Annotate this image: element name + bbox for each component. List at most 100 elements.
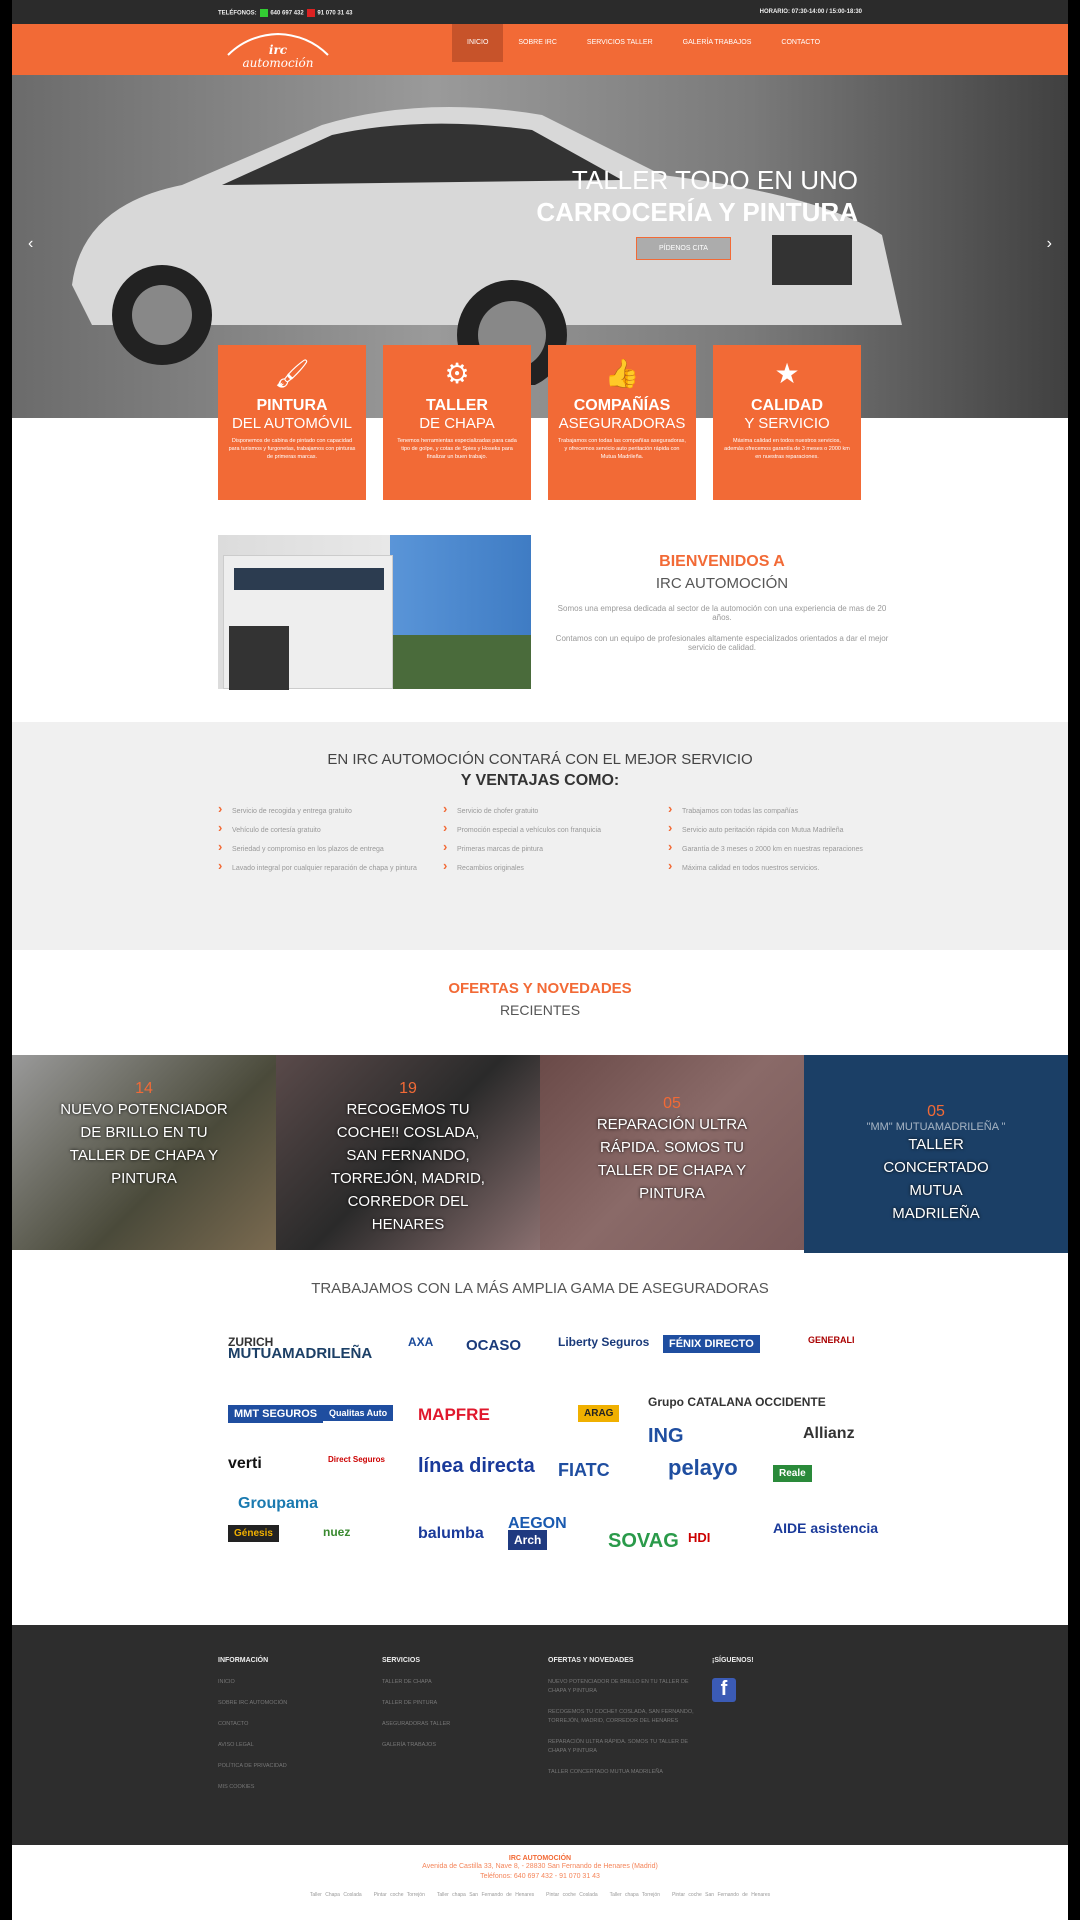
offer-title: NUEVO POTENCIADOR DE BRILLO EN TU TALLER… bbox=[60, 1101, 228, 1187]
insurer-logo: Allianz bbox=[803, 1425, 855, 1442]
insurer-logo: pelayo bbox=[668, 1455, 738, 1480]
offer-date: 19 bbox=[399, 1080, 417, 1097]
insurers-title: TRABAJAMOS CON LA MÁS AMPLIA GAMA DE ASE… bbox=[311, 1280, 769, 1297]
workshop-photo bbox=[218, 535, 531, 690]
top-bar: TELÉFONOS: 640 697 432 91 070 31 43 HORA… bbox=[12, 0, 1068, 24]
footer-link[interactable]: REPARACIÓN ULTRA RÁPIDA. SOMOS TU TALLER… bbox=[548, 1738, 698, 1756]
insurer-logo: AXA bbox=[408, 1335, 434, 1349]
feature-taller[interactable]: ⚙ TALLER DE CHAPA Tenemos herramientas espe… bbox=[383, 345, 531, 500]
insurer-logo: Groupama bbox=[238, 1495, 319, 1512]
footer-link[interactable]: MIS COOKIES bbox=[218, 1783, 368, 1792]
nav-sobre-irc[interactable]: SOBRE IRC bbox=[503, 24, 572, 62]
phone-mobile[interactable]: 640 697 432 bbox=[270, 11, 303, 17]
advantage-item: Primeras marcas de pintura bbox=[443, 842, 648, 854]
feature-companias[interactable]: 👍 COMPAÑÍAS ASEGURADORAS Trabajamos con tod… bbox=[548, 345, 696, 500]
feature-text: Disponemos de cabina de pintado con capa… bbox=[228, 438, 356, 460]
prev-slide-arrow[interactable]: ‹ bbox=[28, 235, 33, 253]
nav-contacto[interactable]: CONTACTO bbox=[766, 24, 835, 62]
feature-text: Máxima calidad en todos nuestros servici… bbox=[724, 438, 850, 460]
feature-text: Tenemos herramientas especializadas para… bbox=[397, 438, 517, 460]
footer-link[interactable]: NUEVO POTENCIADOR DE BRILLO EN TU TALLER… bbox=[548, 1678, 698, 1696]
feature-subtitle: DEL AUTOMÓVIL bbox=[231, 415, 353, 432]
main-nav: irc automoción INICIO SOBRE IRC SERVICIOS… bbox=[12, 24, 1068, 75]
insurer-logo: AIDE asistencia bbox=[773, 1520, 879, 1536]
footer-link[interactable]: AVISO LEGAL bbox=[218, 1741, 368, 1750]
feature-title: COMPAÑÍAS bbox=[573, 397, 671, 414]
star-icon: ★ bbox=[774, 358, 800, 389]
insurer-logo: Qualitas Auto bbox=[323, 1405, 394, 1421]
feature-boxes: 🖌 PINTURA DEL AUTOMÓVIL Disponemos de cabin… bbox=[218, 345, 861, 500]
seo-link[interactable]: Pintar coche Torrejón bbox=[374, 1892, 425, 1898]
insurer-logo: Grupo CATALANA OCCIDENTE bbox=[648, 1395, 826, 1409]
insurer-logo: nuez bbox=[323, 1525, 351, 1539]
offer-tile[interactable]: 19 RECOGEMOS TU COCHE!! COSLADA, SAN FERN… bbox=[276, 1055, 540, 1250]
offer-title: REPARACIÓN ULTRA RÁPIDA. SOMOS TU TALLER… bbox=[596, 1116, 748, 1202]
advantage-item: Vehículo de cortesía gratuito bbox=[218, 823, 423, 835]
feature-calidad[interactable]: ★ CALIDAD Y SERVICIO Máxima calidad en todo… bbox=[713, 345, 861, 500]
footer-col-title: SERVICIOS bbox=[382, 1657, 420, 1664]
mutua-logo: "MM" MUTUAMADRILEÑA " bbox=[866, 1121, 1006, 1133]
advantage-item: Máxima calidad en todos nuestros servici… bbox=[668, 861, 873, 873]
footer-link[interactable]: INICIO bbox=[218, 1678, 368, 1687]
feature-subtitle: DE CHAPA bbox=[419, 415, 495, 432]
next-slide-arrow[interactable]: › bbox=[1047, 235, 1052, 253]
footer-link[interactable]: TALLER DE PINTURA bbox=[382, 1699, 532, 1708]
advantage-item: Recambios originales bbox=[443, 861, 648, 873]
nav-servicios-taller[interactable]: SERVICIOS TALLER bbox=[572, 24, 668, 62]
offers-title: OFERTAS Y NOVEDADES bbox=[448, 980, 632, 997]
offer-tile[interactable]: 14 NUEVO POTENCIADOR DE BRILLO EN TU TALL… bbox=[12, 1055, 276, 1250]
advantages-column: Servicio de chofer gratuito Promoción esp… bbox=[443, 804, 648, 883]
advantages-title: EN IRC AUTOMOCIÓN CONTARÁ CON EL MEJOR S… bbox=[327, 751, 753, 768]
advantage-item: Servicio auto peritación rápida con Mutu… bbox=[668, 823, 873, 835]
welcome-p1: Somos una empresa dedicada al sector de … bbox=[557, 604, 887, 622]
footer-link[interactable]: SOBRE IRC AUTOMOCIÓN bbox=[218, 1699, 368, 1708]
appointment-button[interactable]: PÍDENOS CITA bbox=[636, 237, 731, 260]
seo-link[interactable]: Pintar coche Coslada bbox=[546, 1892, 598, 1898]
advantage-item: Promoción especial a vehículos con franq… bbox=[443, 823, 648, 835]
footer-col-title: INFORMACIÓN bbox=[218, 1657, 269, 1664]
footer-link[interactable]: RECOGEMOS TU COCHE!! COSLADA, SAN FERNAN… bbox=[548, 1708, 698, 1726]
advantage-item: Garantía de 3 meses o 2000 km en nuestra… bbox=[668, 842, 873, 854]
seo-link[interactable]: Taller Chapa Coslada bbox=[310, 1892, 362, 1898]
insurer-logo: ING bbox=[648, 1425, 684, 1447]
phone-land[interactable]: 91 070 31 43 bbox=[317, 11, 352, 17]
footer-link[interactable]: TALLER CONCERTADO MUTUA MADRILEÑA bbox=[548, 1768, 698, 1777]
page: TELÉFONOS: 640 697 432 91 070 31 43 HORA… bbox=[12, 0, 1068, 1920]
insurer-logo: Reale bbox=[773, 1465, 812, 1482]
seo-link[interactable]: Taller chapa Torrejón bbox=[610, 1892, 660, 1898]
footer-link[interactable]: ASEGURADORAS TALLER bbox=[382, 1720, 532, 1729]
offers-tiles: 14 NUEVO POTENCIADOR DE BRILLO EN TU TALL… bbox=[12, 1055, 1068, 1253]
offers-header: OFERTAS Y NOVEDADES RECIENTES bbox=[12, 980, 1068, 1018]
whatsapp-icon bbox=[260, 9, 269, 17]
seo-link[interactable]: Taller chapa San Fernando de Henares bbox=[437, 1892, 534, 1898]
insurer-logo: MMT SEGUROS bbox=[228, 1405, 324, 1423]
insurer-logo: Direct Seguros bbox=[328, 1455, 385, 1464]
company-name: IRC AUTOMOCIÓN bbox=[508, 1855, 572, 1862]
company-address: Avenida de Castilla 33, Nave 8, - 28830 … bbox=[422, 1863, 658, 1870]
feature-pintura[interactable]: 🖌 PINTURA DEL AUTOMÓVIL Disponemos de cabin… bbox=[218, 345, 366, 500]
footer-link[interactable]: GALERÍA TRABAJOS bbox=[382, 1741, 532, 1750]
advantage-item: Servicio de recogida y entrega gratuito bbox=[218, 804, 423, 816]
paint-brush-icon: 🖌 bbox=[274, 358, 310, 389]
footer-link[interactable]: CONTACTO bbox=[218, 1720, 368, 1729]
offer-title: RECOGEMOS TU COCHE!! COSLADA, SAN FERNAN… bbox=[331, 1101, 485, 1233]
seo-link[interactable]: Pintar coche San Fernando de Henares bbox=[672, 1892, 770, 1898]
footer-link[interactable]: POLÍTICA DE PRIVACIDAD bbox=[218, 1762, 368, 1771]
offer-tile[interactable]: 05 REPARACIÓN ULTRA RÁPIDA. SOMOS TU TALL… bbox=[540, 1055, 804, 1250]
nav-galeria[interactable]: GALERÍA TRABAJOS bbox=[668, 24, 767, 62]
nav-inicio[interactable]: INICIO bbox=[452, 24, 504, 62]
insurer-logo: SOVAG bbox=[608, 1530, 679, 1552]
facebook-icon[interactable]: f bbox=[712, 1678, 736, 1702]
offer-tile[interactable]: 05 "MM" MUTUAMADRILEÑA " TALLER CONCERTADO… bbox=[804, 1055, 1068, 1253]
feature-title: TALLER bbox=[426, 397, 488, 414]
welcome-p2: Contamos con un equipo de profesionales … bbox=[555, 634, 889, 652]
welcome-title: BIENVENIDOS A bbox=[659, 553, 785, 570]
insurer-logo: MAPFRE bbox=[418, 1405, 490, 1424]
footer-link[interactable]: TALLER DE CHAPA bbox=[382, 1678, 532, 1687]
advantages-column: Servicio de recogida y entrega gratuito V… bbox=[218, 804, 423, 883]
footer-col-title: ¡SÍGUENOS! bbox=[712, 1657, 754, 1664]
feature-title: PINTURA bbox=[256, 397, 328, 414]
insurer-logo: Liberty Seguros bbox=[558, 1335, 650, 1349]
advantage-item: Seriedad y compromiso en los plazos de e… bbox=[218, 842, 423, 854]
insurer-logo: ZURICH bbox=[228, 1335, 274, 1349]
